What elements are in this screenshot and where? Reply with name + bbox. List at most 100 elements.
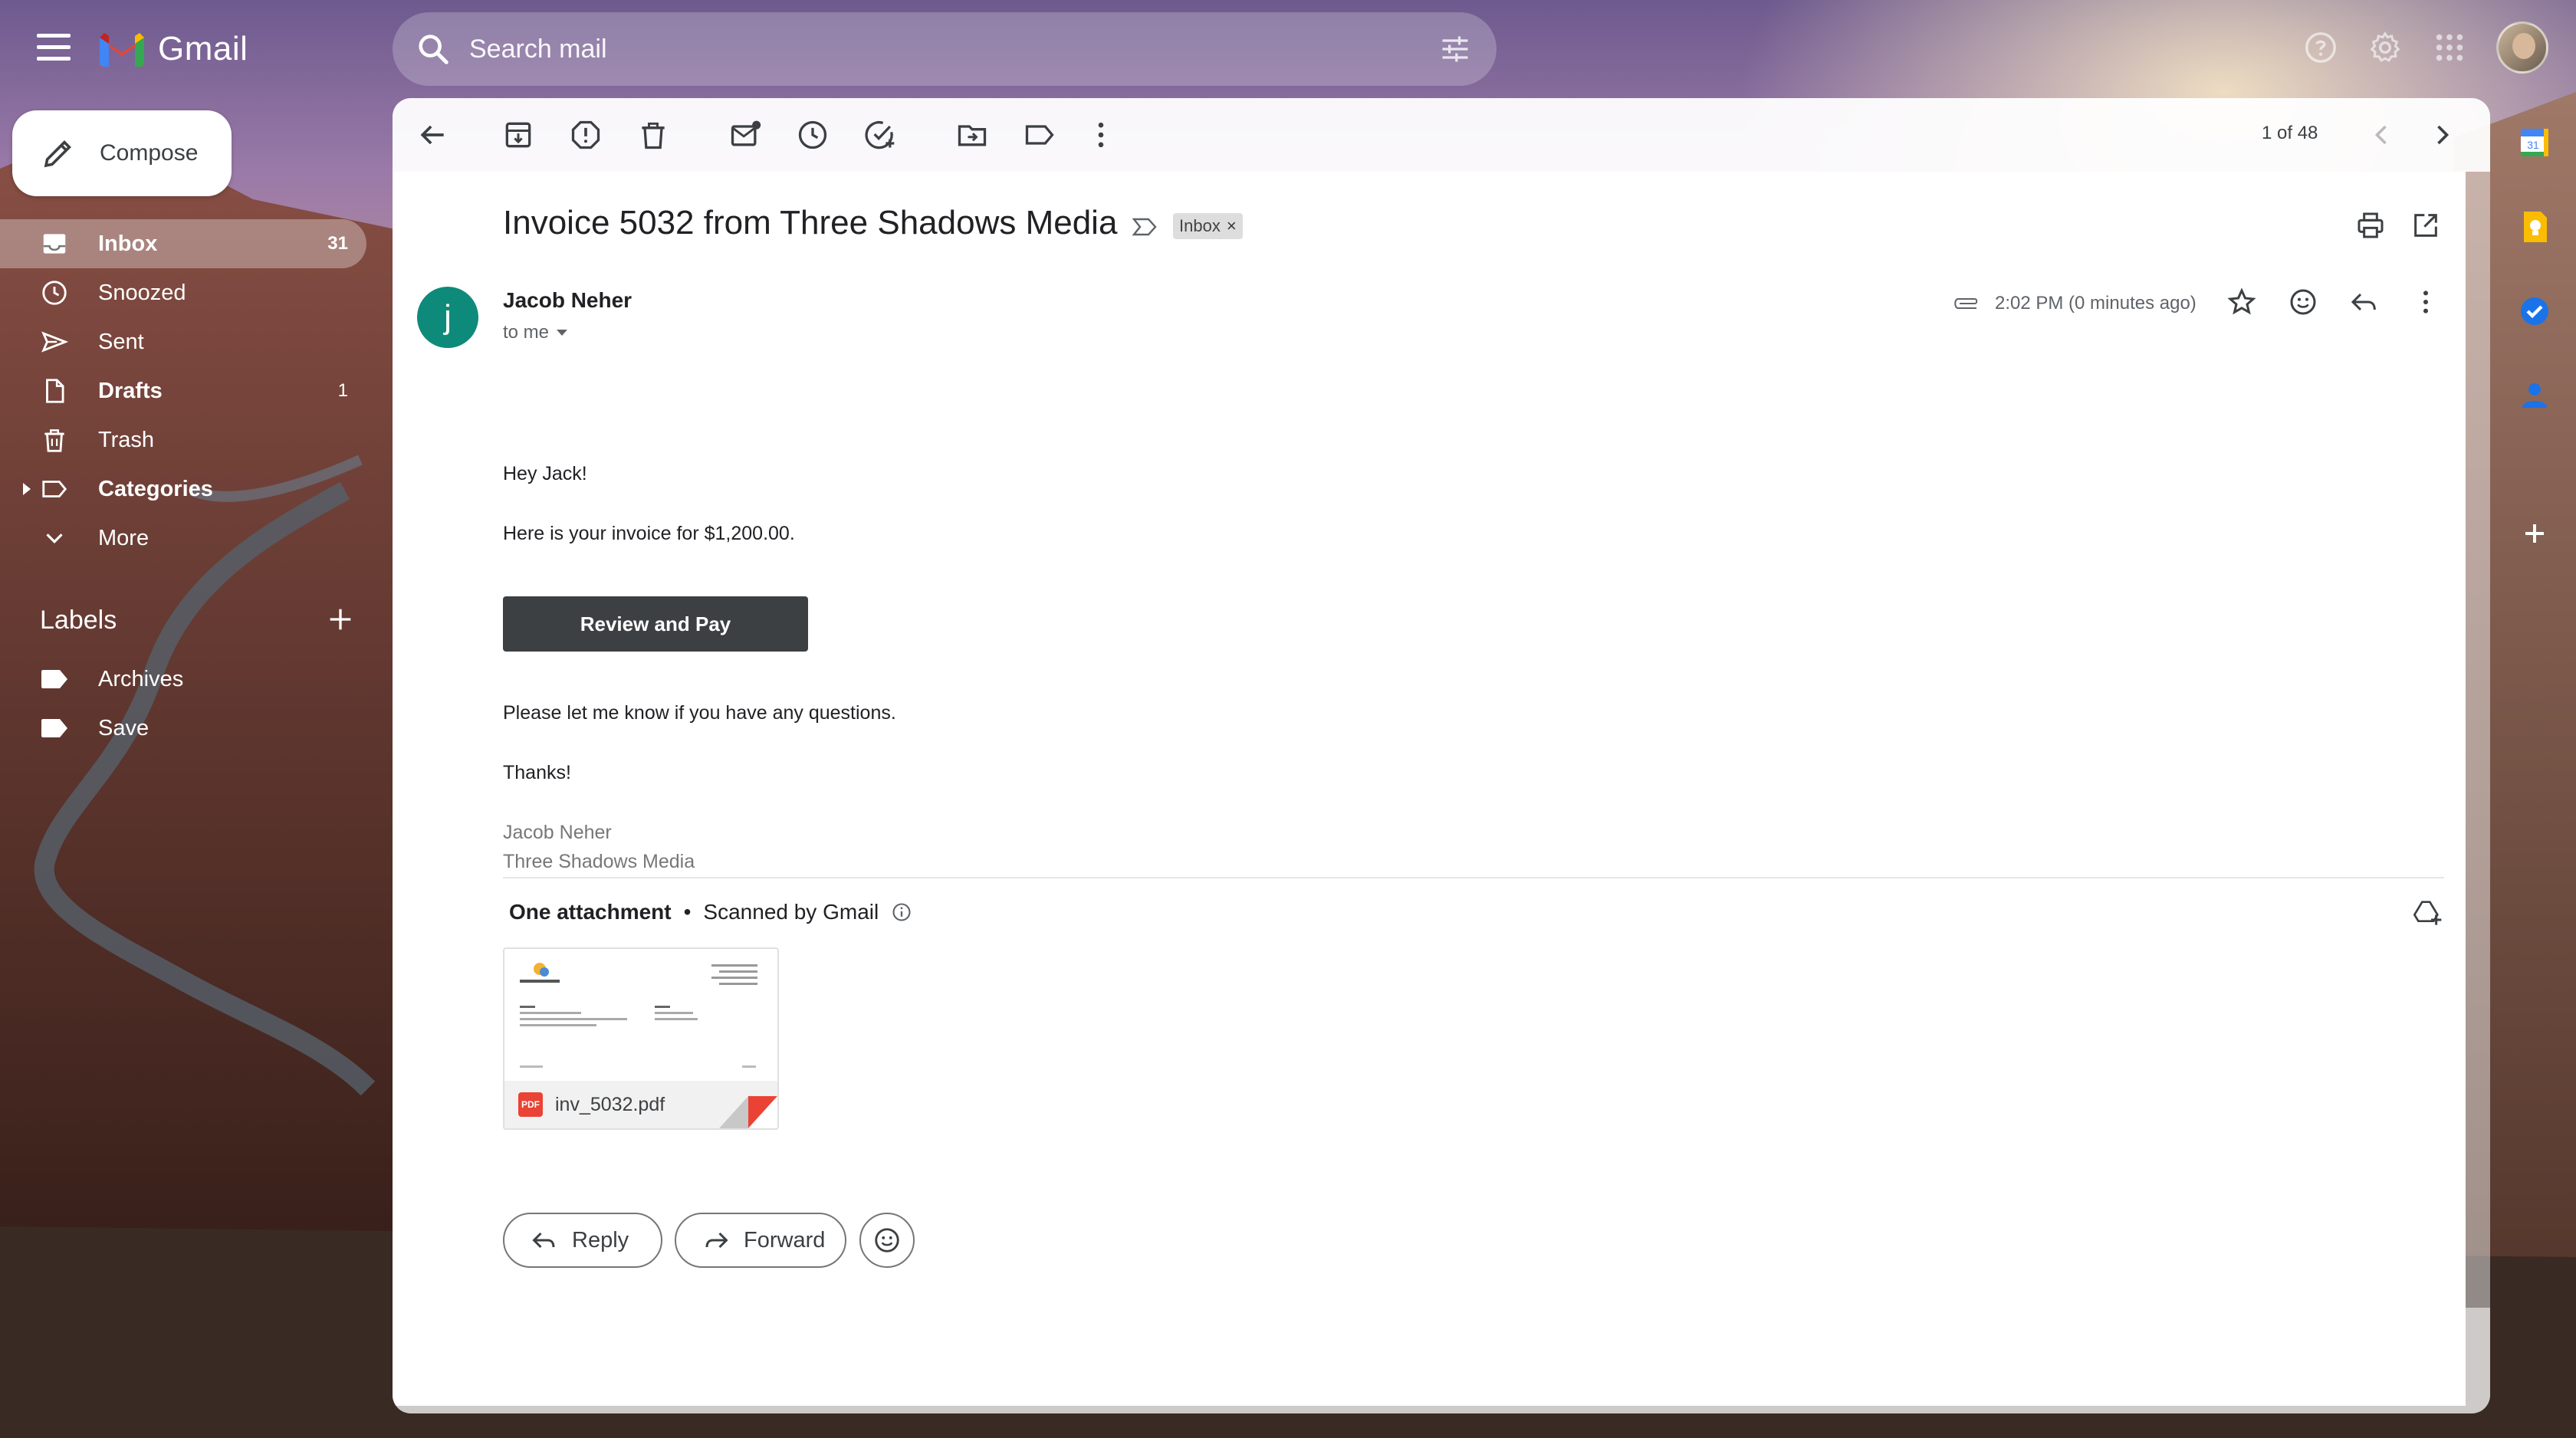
account-area — [2303, 21, 2548, 74]
delete-trash-icon[interactable] — [636, 118, 670, 152]
search-options-icon[interactable] — [1438, 32, 1472, 66]
sender-name[interactable]: Jacob Neher — [503, 288, 632, 313]
sidebar-item-label: Trash — [98, 427, 155, 452]
reply-button[interactable]: Reply — [503, 1213, 662, 1268]
search-bar[interactable] — [393, 12, 1497, 86]
gmail-m-icon — [100, 33, 144, 67]
send-icon — [41, 331, 69, 353]
more-vertical-icon[interactable] — [1084, 118, 1118, 152]
help-icon[interactable] — [2303, 30, 2338, 65]
google-apps-icon[interactable] — [2432, 30, 2467, 65]
back-arrow-icon[interactable] — [416, 118, 449, 152]
keep-app-icon[interactable] — [2516, 208, 2553, 245]
report-spam-icon[interactable] — [569, 118, 603, 152]
info-icon[interactable] — [891, 901, 912, 923]
remove-label-button[interactable]: × — [1227, 216, 1237, 236]
sidebar-item-sent[interactable]: Sent — [0, 317, 366, 366]
sidebar-item-drafts[interactable]: Drafts 1 — [0, 366, 366, 415]
signature-company: Three Shadows Media — [503, 851, 695, 872]
sidebar-item-label: Drafts — [98, 378, 163, 403]
sidebar-item-label: Snoozed — [98, 280, 186, 305]
chip-label: Inbox — [1179, 216, 1221, 235]
tasks-app-icon[interactable] — [2516, 293, 2553, 330]
gmail-logo[interactable]: Gmail — [97, 28, 248, 71]
pdf-thumbnail — [504, 949, 777, 1081]
search-icon[interactable] — [416, 31, 451, 67]
draft-document-icon — [46, 379, 64, 403]
label-name: Save — [98, 715, 150, 740]
menu-bar — [37, 57, 71, 61]
archive-icon[interactable] — [501, 118, 535, 152]
compose-button[interactable]: Compose — [12, 110, 232, 196]
paperclip-icon — [1954, 298, 1978, 309]
emoji-react-button[interactable] — [859, 1213, 915, 1268]
forward-button[interactable]: Forward — [675, 1213, 846, 1268]
attachment-count: One attachment — [509, 900, 672, 924]
message-meta: 2:02 PM (0 minutes ago) — [1953, 293, 2196, 314]
emoji-reaction-icon[interactable] — [2288, 287, 2318, 317]
attachment-filename: inv_5032.pdf — [555, 1093, 665, 1115]
sidebar-item-snoozed[interactable]: Snoozed — [0, 268, 366, 317]
reply-icon[interactable] — [2349, 287, 2380, 317]
add-to-tasks-icon[interactable] — [863, 118, 897, 152]
add-label-icon[interactable] — [325, 604, 356, 635]
add-to-drive-icon[interactable] — [2412, 897, 2443, 927]
drafts-count: 1 — [337, 380, 348, 401]
search-input[interactable] — [469, 26, 1374, 72]
sidebar-item-label: More — [98, 525, 150, 550]
left-navigation: Inbox 31 Snoozed Sent Drafts 1 Trash Cat… — [0, 219, 368, 563]
inbox-icon — [43, 234, 66, 254]
get-addons-plus-icon[interactable] — [2516, 515, 2553, 552]
sidebar-item-categories[interactable]: Categories — [0, 465, 366, 514]
email-greeting: Hey Jack! — [503, 463, 587, 484]
sidebar-item-label: Inbox — [98, 231, 158, 256]
page-fold-corner-icon — [719, 1096, 777, 1128]
svg-text:31: 31 — [2527, 139, 2539, 151]
older-chevron-right-icon[interactable] — [2426, 118, 2459, 152]
separator-dot: • — [683, 900, 692, 924]
label-item-save[interactable]: Save — [0, 704, 366, 753]
account-avatar[interactable] — [2496, 21, 2548, 74]
label-icon[interactable] — [1023, 118, 1056, 152]
newer-chevron-left-icon[interactable] — [2364, 118, 2398, 152]
attachment-card[interactable]: PDF inv_5032.pdf — [503, 947, 779, 1130]
print-icon[interactable] — [2355, 210, 2386, 241]
sender-avatar[interactable]: j — [417, 287, 478, 348]
email-body-line: Here is your invoice for $1,200.00. — [503, 523, 795, 544]
sidebar-item-inbox[interactable]: Inbox 31 — [0, 219, 366, 268]
move-to-folder-icon[interactable] — [955, 118, 989, 152]
sidebar-item-label: Categories — [98, 476, 213, 501]
signature-name: Jacob Neher — [503, 822, 612, 843]
sidebar-item-trash[interactable]: Trash — [0, 415, 366, 465]
reply-arrow-icon — [532, 1232, 555, 1249]
expand-arrow-icon[interactable] — [23, 483, 31, 495]
settings-gear-icon[interactable] — [2367, 30, 2403, 65]
calendar-app-icon[interactable]: 31 — [2516, 124, 2553, 161]
inbox-label-chip: Inbox × — [1173, 213, 1243, 239]
snooze-clock-icon[interactable] — [796, 118, 830, 152]
clock-icon — [42, 281, 67, 305]
message-more-icon[interactable] — [2410, 287, 2441, 317]
label-tag-icon — [42, 481, 67, 497]
menu-bar — [37, 45, 71, 49]
label-name: Archives — [98, 666, 184, 691]
gmail-wordmark: Gmail — [158, 30, 248, 67]
star-icon[interactable] — [2226, 287, 2257, 317]
importance-marker-icon[interactable] — [1132, 216, 1158, 238]
contacts-app-icon[interactable] — [2516, 377, 2553, 414]
unread-count: 31 — [327, 233, 348, 254]
pencil-icon — [44, 140, 71, 168]
caret-down-icon — [557, 330, 568, 336]
main-menu-button[interactable] — [37, 34, 71, 61]
review-and-pay-button[interactable]: Review and Pay — [503, 596, 808, 652]
mark-unread-icon[interactable] — [728, 118, 762, 152]
reply-label: Reply — [572, 1227, 629, 1253]
message-toolbar: 1 of 48 — [393, 98, 2490, 172]
sidebar-item-more[interactable]: More — [0, 514, 366, 563]
labels-heading: Labels — [40, 606, 117, 635]
label-item-archives[interactable]: Archives — [0, 655, 366, 704]
forward-label: Forward — [744, 1227, 826, 1253]
panel-footer-area — [393, 1308, 2490, 1413]
open-new-window-icon[interactable] — [2410, 210, 2441, 241]
recipient-details-toggle[interactable]: to me — [503, 322, 568, 343]
